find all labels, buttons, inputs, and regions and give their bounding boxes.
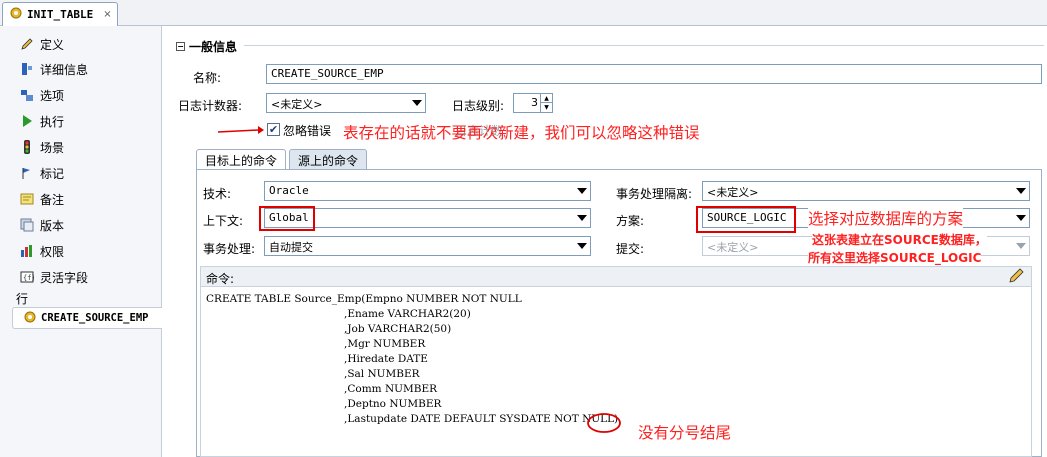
nav-item-label: 权限 [40,244,65,259]
details-icon [20,62,34,76]
nav-item-execute[interactable]: 执行 [20,110,64,132]
nav-item-label: 灵活字段 [40,270,89,285]
svg-text:{f}: {f} [23,274,34,282]
chevron-down-icon [577,243,587,249]
command-line: ,Sal NUMBER [344,368,420,380]
nav-selected-label: CREATE_SOURCE_EMP [41,312,149,324]
tab-target-command[interactable]: 目标上的命令 [196,149,287,169]
commit-value: <未定义> [707,241,759,254]
nav-item-label: 备注 [40,192,65,207]
command-header [200,266,1032,287]
options-icon [20,88,34,102]
tab-source-command[interactable]: 源上的命令 [289,149,368,169]
ignore-errors-label: 忽略错误 [283,124,332,138]
chevron-down-icon [1016,215,1026,221]
schema-detail-annotation-2: 所有这里选择SOURCE_LOGIC [808,249,982,266]
nav-item-create-source-emp[interactable]: CREATE_SOURCE_EMP [12,307,162,329]
nav-item-version[interactable]: 版本 [20,214,64,236]
transaction-value: 自动提交 [269,241,313,254]
command-line: ,Deptno NUMBER [344,398,442,410]
nav-item-label: 标记 [40,166,65,181]
technology-select[interactable]: Oracle [264,181,591,201]
nav-item-label: 执行 [40,114,65,129]
nav-item-flexfields[interactable]: {f} 灵活字段 [20,266,88,288]
traffic-light-icon [20,140,34,154]
command-line: ,Comm NUMBER [344,383,438,395]
schema-label: 方案: [616,214,645,228]
spinner-down-icon[interactable]: ▼ [540,103,552,112]
nav-item-scenarios[interactable]: 场景 [20,136,64,158]
isolation-value: <未定义> [707,186,759,199]
schema-highlight-box [696,206,796,233]
missing-semicolon-highlight [587,413,621,433]
editor-tab-init-table[interactable]: INIT_TABLE × [2,2,118,26]
chevron-down-icon [577,188,587,194]
context-label: 上下文: [203,214,244,228]
privileges-icon [20,244,34,258]
gear-icon [9,6,23,23]
spinner-up-icon[interactable]: ▲ [540,94,552,103]
markers-icon [20,166,34,180]
chevron-down-icon [412,100,422,106]
schema-annotation: 选择对应数据库的方案 [808,207,964,229]
ignore-errors-checkbox[interactable]: ✔ [267,123,280,136]
chevron-down-icon [577,215,587,221]
nav-item-label: 详细信息 [40,62,89,77]
transaction-label: 事务处理: [203,242,256,256]
isolation-select[interactable]: <未定义> [702,181,1030,201]
command-line: CREATE TABLE Source_Emp(Empno NUMBER NOT… [206,293,522,305]
commit-label: 提交: [616,242,645,256]
name-label: 名称: [193,71,222,85]
flexfield-icon: {f} [20,270,36,284]
general-section-header[interactable]: − 一般信息 [176,38,237,55]
section-title: 一般信息 [189,40,238,54]
isolation-label: 事务处理隔离: [616,187,693,201]
section-divider [244,45,1044,46]
technology-label: 技术: [203,187,232,201]
name-input[interactable]: CREATE_SOURCE_EMP [266,64,1042,84]
editor-tab-strip [0,0,1047,26]
nav-item-markers[interactable]: 标记 [20,162,64,184]
memo-icon [20,192,34,206]
log-level-value: 3 [531,96,538,109]
transaction-select[interactable]: 自动提交 [264,236,591,256]
technology-value: Oracle [269,184,309,197]
editor-tab-label: INIT_TABLE [27,8,94,21]
nav-item-options[interactable]: 选项 [20,84,64,106]
semicolon-annotation: 没有分号结尾 [638,424,732,442]
command-line: ,Hiredate DATE [344,353,428,365]
log-level-spinner[interactable]: 3 ▲ ▼ [513,93,553,113]
pencil-icon [20,37,34,51]
ignore-errors-annotation: 表存在的话就不要再次新建，我们可以忽略这种错误 [343,124,700,142]
nav-item-details[interactable]: 详细信息 [20,58,88,80]
nav-item-label: 定义 [40,37,65,52]
schema-detail-annotation-1: 这张表建立在SOURCE数据库， [812,231,987,248]
command-line: ,Lastupdate DATE DEFAULT SYSDATE NOT NUL… [344,413,619,425]
close-icon[interactable]: × [103,9,111,20]
nav-item-privileges[interactable]: 权限 [20,240,64,262]
log-counter-select[interactable]: <未定义> [266,93,426,113]
log-counter-label: 日志计数器: [178,99,243,113]
version-icon [20,218,34,232]
command-line: ,Mgr NUMBER [344,338,426,350]
nav-item-label: 版本 [40,218,65,233]
collapse-icon[interactable]: − [176,42,185,51]
gear-icon [23,310,37,327]
nav-item-label: 选项 [40,88,65,103]
play-icon [20,114,34,128]
command-label: 命令: [206,272,235,286]
edit-pencil-icon[interactable] [1008,268,1024,287]
nav-item-definition[interactable]: 定义 [20,33,64,55]
command-line: ,Ename VARCHAR2(20) [344,308,471,320]
nav-item-memo[interactable]: 备注 [20,188,64,210]
chevron-down-icon [1016,188,1026,194]
log-counter-value: <未定义> [271,98,323,111]
command-line: ,Job VARCHAR2(50) [344,323,452,335]
annotation-arrow [218,126,264,134]
nav-group-label: 行 [16,292,29,306]
nav-item-label: 场景 [40,140,65,155]
chevron-down-icon [1016,243,1026,249]
context-highlight-box [259,206,315,231]
log-level-label: 日志级别: [452,99,505,113]
